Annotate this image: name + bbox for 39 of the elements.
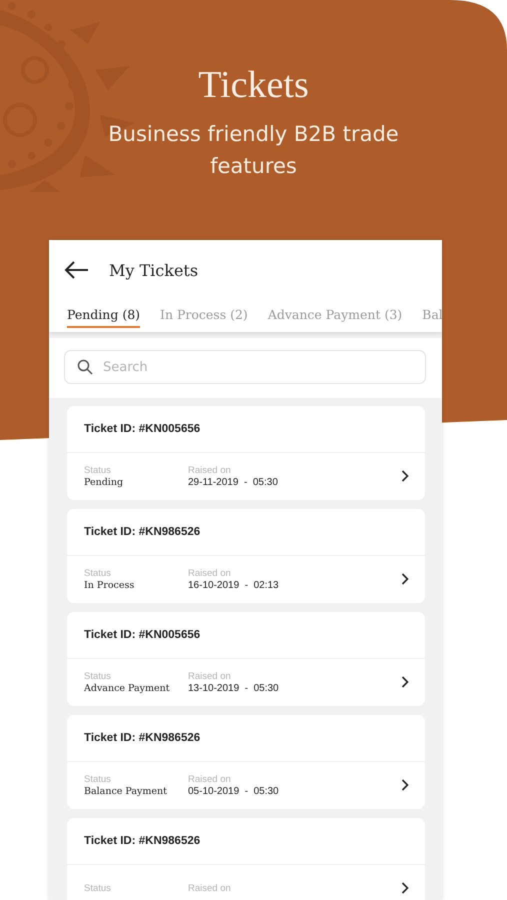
raised-date: 29-11-2019 - 05:30 [188,476,279,488]
ticket-card[interactable]: Ticket ID: #KN986526 Status In Process Raised on 16-10-2019 - 02:13 [67,509,425,603]
ticket-card[interactable]: Ticket ID: #KN986526 Status Balance Payment Raised on 05-10-2019 - 05:30 [67,715,425,809]
chevron-right-icon [401,573,409,585]
screen-title: My Tickets [109,260,198,280]
raised-label: Raised on [188,774,232,784]
raised-label: Raised on [188,464,232,476]
chevron-right-icon [401,470,409,482]
status-label: Status [84,568,112,578]
ticket-id: Ticket ID: #KN005656 [84,423,200,435]
ticket-card[interactable]: Ticket ID: #KN005656 Status Pending Raised on 29-11-2019 - 05:30 [67,406,425,500]
ticket-id: Ticket ID: #KN005656 [84,629,200,641]
back-arrow-icon[interactable] [63,260,89,280]
ticket-card[interactable]: Ticket ID: #KN986526 Status Raised on [67,818,425,900]
tab[interactable]: Pending (8) [67,300,140,328]
status-label: Status [84,774,112,784]
chevron-right-icon [401,882,409,894]
raised-label: Raised on [188,882,232,894]
chevron-right-icon [401,779,409,791]
status-value: Advance Payment [84,682,171,694]
ticket-id: Ticket ID: #KN986526 [84,732,200,744]
search-field[interactable]: Search [64,350,426,384]
raised-label: Raised on [188,670,232,682]
chevron-right-icon [401,676,409,688]
banner-title: Tickets [198,63,309,108]
raised-date: 13-10-2019 - 05:30 [188,682,280,694]
raised-label: Raised on [188,568,232,578]
status-value: In Process [84,580,136,590]
status-value: Balance Payment [84,786,168,796]
status-label: Status [84,464,112,476]
ticket-card[interactable]: Ticket ID: #KN005656 Status Advance Payment Raised on 13-10-2019 - 05:30 [67,612,425,706]
status-label: Status [84,882,112,894]
raised-date: 16-10-2019 - 02:13 [188,580,280,590]
banner-subtitle: Business friendly B2B trade features [107,121,400,180]
ticket-id: Ticket ID: #KN986526 [84,526,200,538]
status-label: Status [84,670,112,682]
ticket-id: Ticket ID: #KN986526 [84,835,200,847]
status-value: Pending [84,476,124,488]
raised-date: 05-10-2019 - 05:30 [188,786,280,796]
